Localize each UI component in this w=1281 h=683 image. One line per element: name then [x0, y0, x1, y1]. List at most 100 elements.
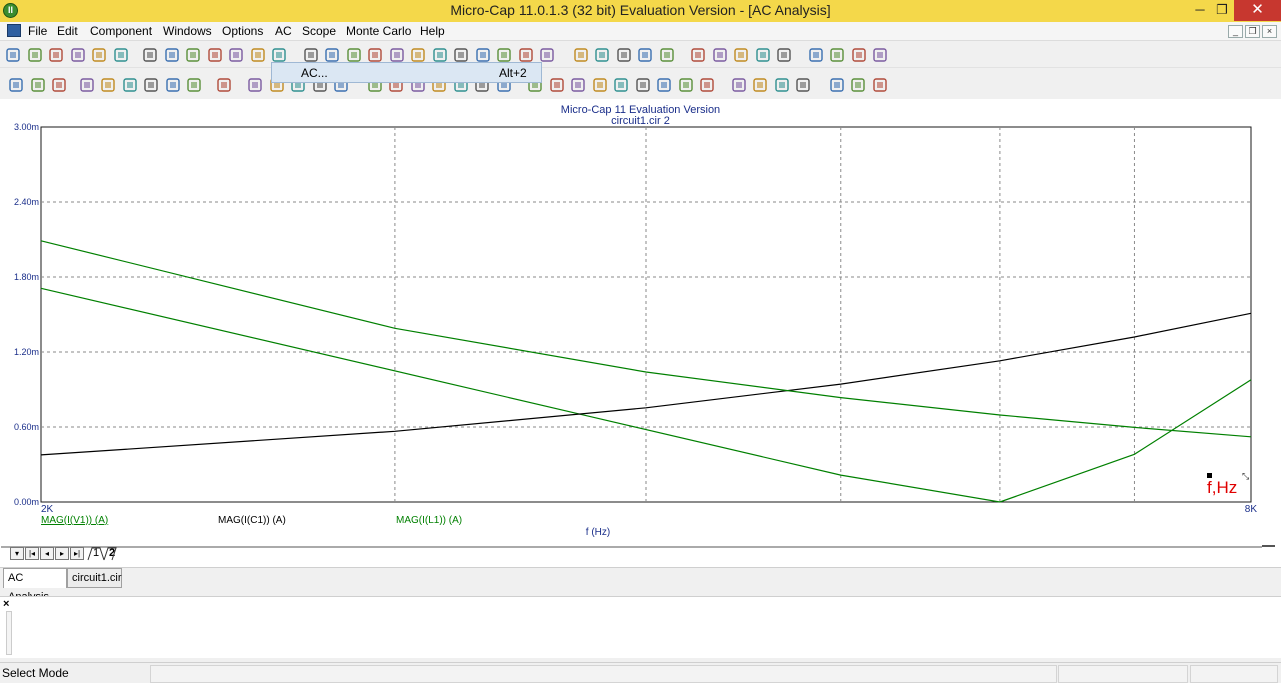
transistor-icon[interactable] [432, 47, 448, 63]
dropdown-icon[interactable] [51, 77, 67, 93]
open-folder-icon[interactable] [27, 47, 43, 63]
menu-ac[interactable]: AC [275, 24, 292, 38]
tile-vertical-icon[interactable] [594, 47, 610, 63]
run-icon[interactable] [247, 77, 263, 93]
ground-icon[interactable] [303, 47, 319, 63]
inflection-icon[interactable] [635, 77, 651, 93]
node-icon[interactable] [518, 47, 534, 63]
doc-tab-circuit[interactable]: circuit1.cir [67, 568, 122, 588]
output-close-icon[interactable]: × [3, 598, 9, 610]
delete-icon[interactable] [250, 47, 266, 63]
diode-icon[interactable] [389, 47, 405, 63]
flag-icon[interactable] [539, 47, 555, 63]
paste-icon[interactable] [228, 47, 244, 63]
restore-button[interactable]: ❐ [1208, 0, 1236, 21]
slope-icon[interactable] [699, 77, 715, 93]
paste-plot-icon[interactable] [872, 77, 888, 93]
legend-v1: MAG(I(V1)) (A) [41, 515, 108, 526]
valley-icon[interactable] [570, 77, 586, 93]
menu-component[interactable]: Component [90, 24, 152, 38]
document-icon[interactable] [7, 24, 21, 37]
color-icon[interactable] [795, 77, 811, 93]
zoom-box-icon[interactable] [79, 77, 95, 93]
plot-area[interactable]: Micro-Cap 11 Evaluation Version circuit1… [0, 99, 1281, 567]
save-all-icon[interactable] [70, 47, 86, 63]
menu-edit[interactable]: Edit [57, 24, 78, 38]
mdi-minimize-button[interactable]: _ [1228, 25, 1243, 38]
menu-help[interactable]: Help [420, 24, 445, 38]
globe-icon[interactable] [733, 47, 749, 63]
high-icon[interactable] [592, 77, 608, 93]
new-file-icon[interactable] [5, 47, 21, 63]
next-page-button[interactable]: ▸ [55, 547, 69, 560]
output-scrollbar[interactable] [6, 611, 12, 655]
switch-icon[interactable] [475, 47, 491, 63]
peak-icon[interactable] [549, 77, 565, 93]
select-mode-icon[interactable] [8, 77, 24, 93]
probe-icon[interactable] [872, 47, 888, 63]
y-tick-label: 3.00m [14, 122, 39, 132]
component-editor-icon[interactable] [712, 47, 728, 63]
copy-plot-icon[interactable] [850, 77, 866, 93]
copy-icon[interactable] [207, 47, 223, 63]
menu-file[interactable]: File [28, 24, 47, 38]
text-editor-icon[interactable] [776, 47, 792, 63]
inductor-icon[interactable] [367, 47, 383, 63]
zoom-fit-icon[interactable] [774, 77, 790, 93]
tile-horizontal-icon[interactable] [616, 47, 632, 63]
model-icon[interactable] [755, 47, 771, 63]
page-tab-outline [87, 547, 117, 561]
calculator-icon[interactable] [659, 47, 675, 63]
save-icon[interactable] [48, 47, 64, 63]
y-tick-label: 0.00m [14, 497, 39, 507]
font-icon[interactable] [829, 77, 845, 93]
cut-icon[interactable] [185, 47, 201, 63]
main-toolbar [0, 42, 1281, 68]
low-icon[interactable] [613, 77, 629, 93]
battery-icon[interactable] [410, 47, 426, 63]
zoom-in-icon[interactable] [731, 77, 747, 93]
properties-icon[interactable] [216, 77, 232, 93]
prev-page-button[interactable]: ◂ [40, 547, 54, 560]
component-mode-icon[interactable] [30, 77, 46, 93]
chart-svg[interactable]: 3.00m 2.40m 1.80m 1.20m 0.60m 0.00m 2K 8K MAG… [0, 99, 1281, 567]
fx-icon[interactable] [165, 77, 181, 93]
global-high-icon[interactable] [656, 77, 672, 93]
select-all-icon[interactable] [271, 47, 287, 63]
auto-scale-icon[interactable] [143, 77, 159, 93]
redo-icon[interactable] [164, 47, 180, 63]
close-button[interactable]: ✕ [1234, 0, 1281, 21]
x-axis-label: f (Hz) [586, 527, 610, 538]
menu-monte-carlo[interactable]: Monte Carlo [346, 24, 411, 38]
page-icon[interactable] [690, 47, 706, 63]
ac-dropdown-menu[interactable]: AC... Alt+2 [271, 62, 542, 83]
opamp-icon[interactable] [453, 47, 469, 63]
print-icon[interactable] [113, 47, 129, 63]
sheet-menu-button[interactable]: ▾ [10, 547, 24, 560]
text-mode-icon[interactable] [186, 77, 202, 93]
cascade-icon[interactable] [573, 47, 589, 63]
undo-icon[interactable] [142, 47, 158, 63]
capacitor-2-icon[interactable] [496, 47, 512, 63]
analysis-icon[interactable] [851, 47, 867, 63]
mdi-close-button[interactable]: × [1262, 25, 1277, 38]
first-page-button[interactable]: |◂ [25, 547, 39, 560]
resistor-icon[interactable] [324, 47, 340, 63]
shape-icon[interactable] [808, 47, 824, 63]
menu-scope[interactable]: Scope [302, 24, 336, 38]
x-tick-end: 8K [1245, 504, 1258, 515]
ac-menu-item-label[interactable]: AC... [301, 66, 328, 80]
scale-icon[interactable] [122, 77, 138, 93]
zoom-region-icon[interactable] [100, 77, 116, 93]
capacitor-icon[interactable] [346, 47, 362, 63]
last-page-button[interactable]: ▸| [70, 547, 84, 560]
doc-tab-ac-analysis[interactable]: AC Analysis [3, 568, 67, 603]
global-low-icon[interactable] [678, 77, 694, 93]
menu-windows[interactable]: Windows [163, 24, 212, 38]
mdi-restore-button[interactable]: ❐ [1245, 25, 1260, 38]
window-icon[interactable] [637, 47, 653, 63]
print-preview-icon[interactable] [91, 47, 107, 63]
zoom-out-icon[interactable] [752, 77, 768, 93]
options-icon[interactable] [829, 47, 845, 63]
menu-options[interactable]: Options [222, 24, 263, 38]
